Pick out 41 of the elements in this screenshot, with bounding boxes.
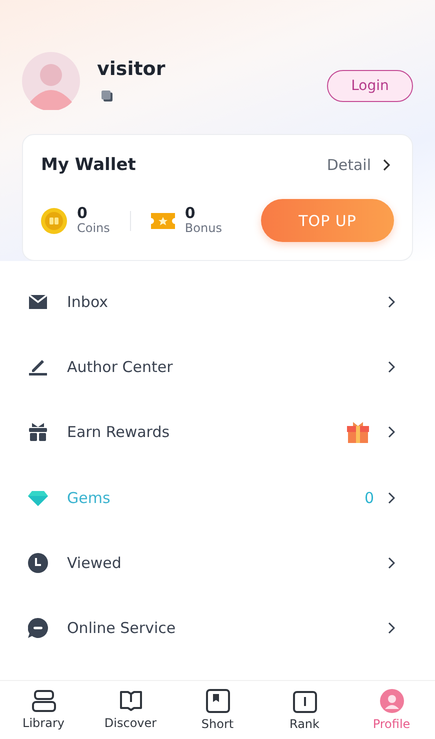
mail-icon (28, 294, 48, 310)
menu-item[interactable]: Earn Rewards (67, 423, 170, 442)
chevron-icon (388, 622, 395, 634)
chevron-icon (388, 360, 395, 373)
chevron-icon (388, 492, 395, 504)
balance-label: Bonus (184, 222, 222, 235)
clock-icon (28, 552, 48, 573)
copy-icon[interactable] (101, 90, 113, 102)
chevron-icon (383, 159, 390, 171)
bookmark-icon (206, 689, 230, 713)
chevron-icon (388, 556, 395, 569)
gift-icon (28, 422, 48, 442)
nav-tab[interactable]: Rank (261, 681, 348, 739)
gems-count: 0 (364, 488, 374, 507)
menu-item[interactable]: Author Center (67, 358, 173, 376)
ticket-icon (150, 210, 175, 230)
coin-icon (41, 208, 67, 234)
balance-amount: 0 (77, 206, 88, 222)
user-name: visitor (97, 58, 166, 80)
gift-icon (346, 420, 370, 444)
nav-tab[interactable]: Short (174, 681, 261, 739)
book-icon (118, 690, 142, 712)
gem-icon (28, 490, 48, 506)
chat-icon (28, 618, 48, 638)
ranking-icon (292, 689, 316, 713)
menu-item[interactable]: Viewed (67, 554, 122, 572)
login-button[interactable]: Login (327, 70, 413, 102)
pen-icon (28, 358, 48, 376)
chevron-icon (388, 296, 395, 308)
wallet-title: My Wallet (41, 155, 136, 175)
avatar-icon (380, 689, 404, 713)
detail-link[interactable]: Detail (326, 156, 371, 174)
menu-item[interactable]: Online Service (67, 619, 176, 638)
nav-tab[interactable]: Library (0, 681, 87, 739)
avatar-icon (22, 52, 80, 110)
library-icon (32, 690, 56, 712)
balance-label: Coins (77, 222, 110, 235)
nav-tab[interactable]: Discover (87, 681, 174, 739)
balance-amount: 0 (184, 206, 196, 222)
menu-item[interactable]: Inbox (67, 292, 108, 311)
chevron-icon (388, 426, 395, 438)
